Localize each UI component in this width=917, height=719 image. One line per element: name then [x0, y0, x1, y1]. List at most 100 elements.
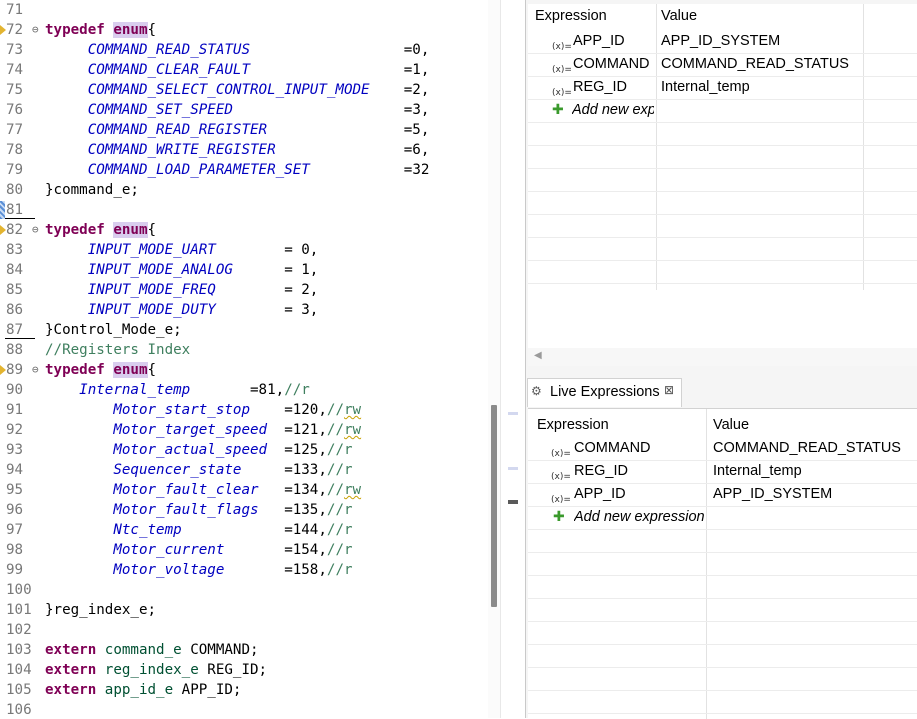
code-line[interactable]: 95 Motor_fault_clear =134,//rw [0, 480, 488, 500]
value-column-header[interactable]: Value [661, 4, 697, 28]
expression-row[interactable]: (x)= REG_ID Internal_temp [528, 76, 917, 100]
expression-name[interactable]: COMMAND [573, 53, 650, 76]
code-line[interactable]: 93 Motor_actual_speed =125,//r [0, 440, 488, 460]
code-line[interactable]: 72 ⊖ typedef enum{ [0, 20, 488, 40]
spacing [267, 122, 404, 138]
fold-toggle-icon[interactable]: ⊖ [32, 20, 42, 40]
comment: // [326, 482, 344, 498]
editor-vertical-scrollbar[interactable] [488, 0, 500, 718]
live-expression-column-header[interactable]: Expression [537, 413, 609, 437]
line-number: 105 [6, 682, 32, 698]
expression-row[interactable]: (x)= APP_ID APP_ID_SYSTEM [528, 483, 917, 507]
expression-value[interactable]: APP_ID_SYSTEM [713, 483, 832, 506]
expression-value[interactable]: COMMAND_READ_STATUS [713, 437, 901, 460]
code-line[interactable]: 105 extern app_id_e APP_ID; [0, 680, 488, 700]
expression-value[interactable]: APP_ID_SYSTEM [661, 30, 780, 53]
line-number: 74 [6, 62, 24, 78]
type-name: app_id_e [104, 682, 174, 698]
add-new-expression[interactable]: Add new expression [574, 506, 706, 529]
code-line[interactable]: 94 Sequencer_state =133,//r [0, 460, 488, 480]
expression-name[interactable]: REG_ID [573, 76, 627, 99]
code-line[interactable]: 76 COMMAND_SET_SPEED =3, [0, 100, 488, 120]
code-line[interactable]: 96 Motor_fault_flags =135,//r [0, 500, 488, 520]
overview-ruler[interactable] [500, 0, 526, 718]
line-number: 87 [6, 322, 24, 338]
code-text: }reg_index_e; [45, 602, 157, 618]
enum-constant: Ntc_temp [113, 522, 182, 538]
code-line[interactable]: 75 COMMAND_SELECT_CONTROL_INPUT_MODE =2, [0, 80, 488, 100]
code-line[interactable]: 85 INPUT_MODE_FREQ = 2, [0, 280, 488, 300]
expression-value[interactable]: Internal_temp [713, 460, 802, 483]
comment: // [326, 402, 344, 418]
code-line[interactable]: 83 INPUT_MODE_UART = 0, [0, 240, 488, 260]
code-line[interactable]: 82 ⊖ typedef enum{ [0, 220, 488, 240]
code-line[interactable]: 102 [0, 620, 488, 640]
expression-name[interactable]: REG_ID [574, 460, 628, 483]
spacing [370, 82, 404, 98]
code-line[interactable]: 81 [0, 200, 488, 220]
expression-row[interactable]: (x)= COMMAND COMMAND_READ_STATUS [528, 437, 917, 461]
expressions-horizontal-scrollbar[interactable]: ◀ [528, 348, 917, 366]
code-line[interactable]: 89 ⊖ typedef enum{ [0, 360, 488, 380]
enum-constant: Internal_temp [79, 382, 191, 398]
change-marker[interactable] [0, 201, 5, 219]
code-line[interactable]: 79 COMMAND_LOAD_PARAMETER_SET =32 [0, 160, 488, 180]
code-line[interactable]: 74 COMMAND_CLEAR_FAULT =1, [0, 60, 488, 80]
code-line[interactable]: 91 Motor_start_stop =120,//rw [0, 400, 488, 420]
fold-toggle-icon[interactable]: ⊖ [32, 360, 42, 380]
overview-mark[interactable] [508, 500, 518, 504]
tab-live-expressions[interactable]: ⚙ Live Expressions ⊠ [527, 378, 682, 407]
code-line[interactable]: 90 Internal_temp =81,//r [0, 380, 488, 400]
code-content: Sequencer_state =133,//r [45, 460, 352, 480]
code-content: INPUT_MODE_ANALOG = 1, [45, 260, 319, 280]
code-line[interactable]: 80}command_e; [0, 180, 488, 200]
expression-column-header[interactable]: Expression [535, 4, 607, 28]
code-line[interactable]: 77 COMMAND_READ_REGISTER =5, [0, 120, 488, 140]
overview-mark[interactable] [508, 467, 518, 470]
expression-name[interactable]: COMMAND [574, 437, 651, 460]
code-line[interactable]: 86 INPUT_MODE_DUTY = 3, [0, 300, 488, 320]
code-line[interactable]: 87}Control_Mode_e; [0, 320, 488, 340]
code-line[interactable]: 73 COMMAND_READ_STATUS =0, [0, 40, 488, 60]
expression-value[interactable]: Internal_temp [661, 76, 750, 99]
expression-row[interactable]: (x)= COMMAND COMMAND_READ_STATUS [528, 53, 917, 77]
live-value-column-header[interactable]: Value [713, 413, 749, 437]
code-line[interactable]: 98 Motor_current =154,//r [0, 540, 488, 560]
fold-toggle-icon[interactable]: ⊖ [32, 220, 42, 240]
code-line[interactable]: 100 [0, 580, 488, 600]
add-new-expression[interactable]: Add new exp [572, 99, 654, 122]
editor-scroll-thumb[interactable] [491, 405, 497, 607]
close-icon[interactable]: ⊠ [664, 383, 674, 397]
add-icon[interactable]: ✚ [553, 506, 565, 529]
overview-mark[interactable] [508, 412, 518, 415]
code-line[interactable]: 103 extern command_e COMMAND; [0, 640, 488, 660]
code-line[interactable]: 88 //Registers Index [0, 340, 488, 360]
add-new-expression-row[interactable]: ✚ Add new expression [528, 506, 917, 530]
add-icon[interactable]: ✚ [552, 99, 564, 122]
code-content: Internal_temp =81,//r [45, 380, 310, 400]
expression-value[interactable]: COMMAND_READ_STATUS [661, 53, 849, 76]
scroll-left-icon[interactable]: ◀ [534, 350, 542, 361]
code-line[interactable]: 97 Ntc_temp =144,//r [0, 520, 488, 540]
code-content: extern command_e COMMAND; [45, 640, 259, 660]
code-line[interactable]: 104 extern reg_index_e REG_ID; [0, 660, 488, 680]
code-editor[interactable]: 71 72 ⊖ typedef enum{73 COMMAND_READ_STATUS… [0, 0, 488, 718]
code-line[interactable]: 71 [0, 0, 488, 20]
add-new-expression-row[interactable]: ✚ Add new exp [528, 99, 917, 123]
expression-name[interactable]: APP_ID [573, 30, 625, 53]
code-line[interactable]: 84 INPUT_MODE_ANALOG = 1, [0, 260, 488, 280]
comment-spelling-squiggle: rw [344, 422, 362, 438]
line-number: 81 [6, 202, 24, 218]
enum-constant: COMMAND_SET_SPEED [87, 102, 233, 118]
code-line[interactable]: 106 [0, 700, 488, 718]
expression-name[interactable]: APP_ID [574, 483, 626, 506]
code-line[interactable]: 99 Motor_voltage =158,//r [0, 560, 488, 580]
expression-row[interactable]: (x)= APP_ID APP_ID_SYSTEM [528, 30, 917, 54]
code-line[interactable]: 101}reg_index_e; [0, 600, 488, 620]
code-line[interactable]: 92 Motor_target_speed =121,//rw [0, 420, 488, 440]
code-line[interactable]: 78 COMMAND_WRITE_REGISTER =6, [0, 140, 488, 160]
code-content: Motor_target_speed =121,//rw [45, 420, 361, 440]
expression-row[interactable]: (x)= REG_ID Internal_temp [528, 460, 917, 484]
